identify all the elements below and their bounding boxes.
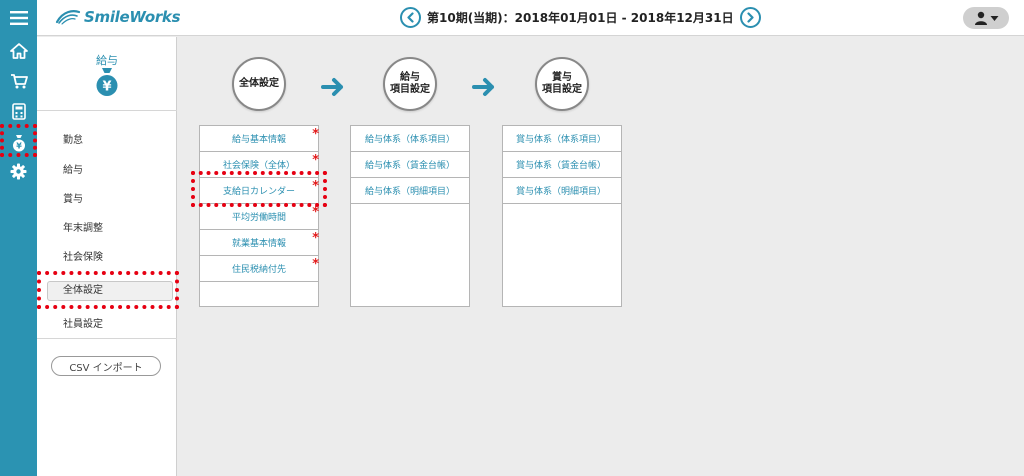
menu-item-employee-settings[interactable]: 社員設定 [63, 315, 103, 330]
list-item-bonus-structure-items[interactable]: 賞与体系（体系項目） [503, 126, 621, 152]
period-navigator: 第10期(当期)：2018年01月01日 - 2018年12月31日 [400, 7, 761, 28]
general-settings-list: 給与基本情報 * 社会保険（全体） * 支給日カレンダー * 平均労働時間 * 就業基本… [199, 125, 319, 307]
csv-import-button[interactable]: CSV インポート [51, 356, 161, 376]
top-header: SmileWorks 第10期(当期)：2018年01月01日 - 2018年1… [37, 0, 1024, 36]
svg-text:¥: ¥ [102, 80, 111, 95]
caret-down-icon [990, 15, 998, 21]
divider [37, 338, 177, 339]
menu-item-salary[interactable]: 給与 [63, 161, 83, 176]
chevron-right-icon [747, 12, 754, 23]
user-menu-button[interactable] [963, 7, 1009, 29]
arrow-right-icon [472, 78, 494, 96]
list-item-bonus-structure-statement[interactable]: 賞与体系（明細項目） [503, 178, 621, 204]
step-general-settings[interactable]: 全体設定 [232, 57, 286, 111]
calculator-icon[interactable] [0, 96, 37, 126]
gear-icon[interactable] [0, 156, 37, 186]
step-label: 給与 [400, 71, 420, 83]
item-label: 給与基本情報 [231, 135, 286, 145]
step-label: 項目設定 [542, 84, 582, 95]
divider [37, 110, 177, 111]
previous-period-button[interactable] [400, 7, 421, 28]
list-item-employment-basic-info[interactable]: 就業基本情報 * [200, 230, 319, 256]
step-label: 全体設定 [239, 77, 279, 89]
item-label: 住民税納付先 [231, 265, 286, 275]
item-label: 社会保険（全体） [222, 161, 295, 171]
menu-item-attendance[interactable]: 勤怠 [63, 131, 83, 146]
logo-text: SmileWorks [84, 8, 181, 26]
item-label: 平均労働時間 [231, 213, 286, 223]
salary-settings-list: 給与体系（体系項目） 給与体系（賃金台帳） 給与体系（明細項目） [350, 125, 470, 307]
menu-item-year-end-adjustment[interactable]: 年末調整 [63, 219, 103, 234]
required-mark: * [312, 153, 319, 168]
step-salary-item-settings[interactable]: 給与 項目設定 [383, 57, 437, 111]
logo-swoosh-icon [55, 10, 81, 25]
bonus-settings-list: 賞与体系（体系項目） 賞与体系（賃金台帳） 賞与体系（明細項目） [502, 125, 622, 307]
step-label: 項目設定 [390, 84, 430, 95]
required-mark: * [312, 127, 319, 142]
money-bag-icon: ¥ [96, 68, 118, 96]
home-icon[interactable] [0, 36, 37, 66]
icon-rail: ¥ [0, 0, 37, 476]
list-item-bonus-structure-ledger[interactable]: 賞与体系（賃金台帳） [503, 152, 621, 178]
list-item-salary-structure-statement[interactable]: 給与体系（明細項目） [351, 178, 469, 204]
highlight-payday-calendar [191, 171, 327, 207]
user-icon [974, 11, 987, 25]
list-item-salary-structure-ledger[interactable]: 給与体系（賃金台帳） [351, 152, 469, 178]
step-bonus-item-settings[interactable]: 賞与 項目設定 [535, 57, 589, 111]
hamburger-menu-icon[interactable] [0, 3, 37, 33]
next-period-button[interactable] [739, 7, 761, 28]
chevron-left-icon [407, 12, 414, 23]
menu-item-social-insurance[interactable]: 社会保険 [63, 248, 103, 263]
list-item-resident-tax-payee[interactable]: 住民税納付先 * [200, 256, 319, 282]
required-mark: * [312, 231, 319, 246]
fiscal-period-label: 第10期(当期)：2018年01月01日 - 2018年12月31日 [427, 11, 734, 25]
step-label: 賞与 [552, 71, 572, 83]
required-mark: * [312, 257, 319, 272]
side-menu: 給与 ¥ 勤怠 給与 賞与 年末調整 社会保険 全体設定 社員設定 CSV イン… [37, 37, 177, 476]
cart-icon[interactable] [0, 66, 37, 96]
item-label: 就業基本情報 [231, 239, 286, 249]
menu-item-bonus[interactable]: 賞与 [63, 190, 83, 205]
highlight-general-settings-menu [37, 271, 179, 309]
required-mark: * [312, 205, 319, 220]
app-logo[interactable]: SmileWorks [55, 8, 181, 26]
list-item-salary-structure-items[interactable]: 給与体系（体系項目） [351, 126, 469, 152]
list-item-average-working-hours[interactable]: 平均労働時間 * [200, 204, 319, 230]
list-item-salary-basic-info[interactable]: 給与基本情報 * [200, 126, 319, 152]
arrow-right-icon [321, 78, 343, 96]
highlight-rail-payroll [0, 124, 37, 157]
section-title: 給与 [96, 54, 118, 67]
